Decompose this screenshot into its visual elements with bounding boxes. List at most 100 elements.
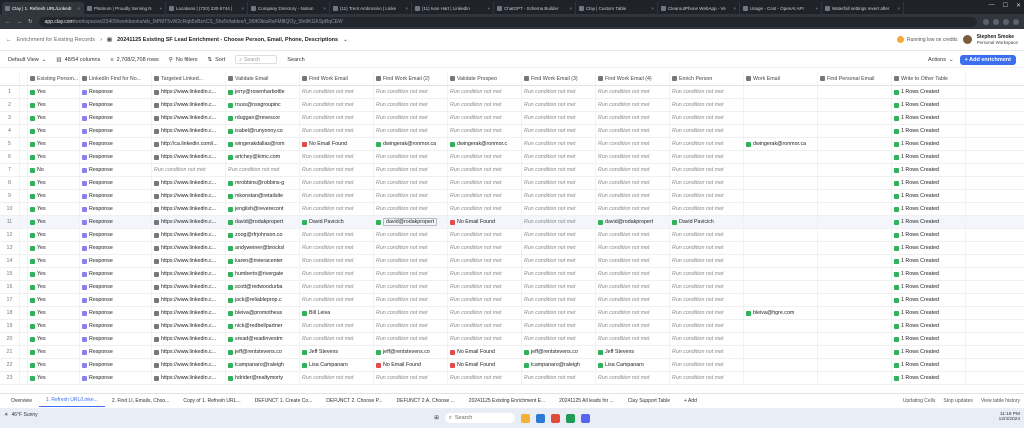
close-tab-icon[interactable]: ×	[159, 6, 162, 11]
table-cell[interactable]: Run condition not met	[448, 177, 522, 189]
table-cell[interactable]: Run condition not met	[670, 138, 744, 150]
table-cell[interactable]: sread@readinvestm	[226, 333, 300, 345]
table-cell[interactable]: Run condition not met	[300, 99, 374, 111]
sort-button[interactable]: ⇅ Sort	[208, 57, 226, 63]
row-checkbox[interactable]	[20, 177, 28, 189]
table-cell[interactable]	[818, 203, 892, 215]
table-cell[interactable]	[818, 151, 892, 163]
table-cell[interactable]: Run condition not met	[300, 125, 374, 137]
table-cell[interactable]: Response	[80, 242, 152, 254]
table-cell[interactable]: Response	[80, 372, 152, 384]
table-cell[interactable]: Run condition not met	[448, 307, 522, 319]
table-cell[interactable]: Run condition not met	[596, 281, 670, 293]
user-info[interactable]: Stephen Smoke Personal Workspace	[977, 34, 1018, 45]
search-button[interactable]: Search	[287, 57, 304, 63]
stop-updates-button[interactable]: Stop updates	[943, 398, 972, 404]
table-cell[interactable]: Lisa Campanaro	[300, 359, 374, 371]
close-tab-icon[interactable]: ×	[733, 6, 736, 11]
column-header[interactable]: Write to Other Table	[892, 72, 966, 85]
browser-tab[interactable]: (11) Ivan Hart | LinkedIn ×	[412, 2, 494, 14]
row-checkbox[interactable]	[20, 268, 28, 280]
table-cell[interactable]: Run condition not met	[152, 164, 226, 176]
row-checkbox[interactable]	[20, 359, 28, 371]
close-tab-icon[interactable]: ×	[77, 6, 80, 11]
table-row[interactable]: 22 Yes Response https://www.linkedin.c... lc…	[0, 359, 1024, 372]
table-cell[interactable]: Run condition not met	[670, 268, 744, 280]
sheet-tab[interactable]: Clay Support Table	[621, 394, 677, 407]
table-cell[interactable]	[818, 294, 892, 306]
table-row[interactable]: 18 Yes Response https://www.linkedin.c... bl…	[0, 307, 1024, 320]
table-cell[interactable]: Run condition not met	[596, 307, 670, 319]
table-cell[interactable]: Response	[80, 294, 152, 306]
table-cell[interactable]: 1 Rows Created	[892, 138, 966, 150]
table-cell[interactable]: 1 Rows Created	[892, 346, 966, 358]
table-cell[interactable]: Run condition not met	[300, 203, 374, 215]
table-cell[interactable]: Run condition not met	[448, 203, 522, 215]
row-checkbox[interactable]	[20, 281, 28, 293]
table-cell[interactable]: humberto@rivergate	[226, 268, 300, 280]
table-cell[interactable]: Run condition not met	[522, 294, 596, 306]
table-cell[interactable]: Run condition not met	[670, 177, 744, 189]
table-cell[interactable]: isabel@runyonny.co	[226, 125, 300, 137]
table-row[interactable]: 16 Yes Response https://www.linkedin.c... sc…	[0, 281, 1024, 294]
table-cell[interactable]: Run condition not met	[670, 255, 744, 267]
row-checkbox[interactable]	[20, 151, 28, 163]
table-row[interactable]: 21 Yes Response https://www.linkedin.c... je…	[0, 346, 1024, 359]
table-cell[interactable]: Run condition not met	[522, 229, 596, 241]
column-header[interactable]: LinkedIn Find for No...	[80, 72, 152, 85]
table-cell[interactable]: Run condition not met	[670, 203, 744, 215]
sheet-tab[interactable]: 1. Refresh URL/Linke...	[38, 394, 105, 407]
table-cell[interactable]: Run condition not met	[670, 229, 744, 241]
table-cell[interactable]: Response	[80, 112, 152, 124]
table-cell[interactable]	[744, 242, 818, 254]
table-cell[interactable]: Yes	[28, 203, 80, 215]
table-cell[interactable]: Run condition not met	[374, 99, 448, 111]
table-cell[interactable]: Yes	[28, 255, 80, 267]
table-cell[interactable]: Yes	[28, 242, 80, 254]
table-cell[interactable]: rruss@nssgroupinc	[226, 99, 300, 111]
table-cell[interactable]	[744, 190, 818, 202]
table-cell[interactable]	[818, 333, 892, 345]
table-cell[interactable]	[818, 242, 892, 254]
table-cell[interactable]: Run condition not met	[374, 307, 448, 319]
teams-icon[interactable]	[580, 413, 590, 423]
table-cell[interactable]: Yes	[28, 125, 80, 137]
table-cell[interactable]: Response	[80, 86, 152, 98]
table-cell[interactable]: dwingerak@ronmor.ca	[744, 138, 818, 150]
breadcrumb[interactable]: Enrichment for Existing Records	[17, 37, 96, 43]
row-checkbox[interactable]	[20, 164, 28, 176]
table-cell[interactable]: Run condition not met	[448, 242, 522, 254]
table-row[interactable]: 4 Yes Response https://www.linkedin.c... isa…	[0, 125, 1024, 138]
table-cell[interactable]	[818, 177, 892, 189]
table-cell[interactable]	[818, 164, 892, 176]
table-cell[interactable]: Run condition not met	[522, 281, 596, 293]
table-cell[interactable]: 1 Rows Created	[892, 307, 966, 319]
table-cell[interactable]: Run condition not met	[300, 86, 374, 98]
table-cell[interactable]: Run condition not met	[300, 372, 374, 384]
table-cell[interactable]: Run condition not met	[300, 177, 374, 189]
view-history-button[interactable]: View table history	[981, 398, 1020, 404]
edge-icon[interactable]	[535, 413, 545, 423]
table-cell[interactable]	[818, 255, 892, 267]
browser-tab[interactable]: ClearoutPhone WebApp - Ve ×	[658, 2, 740, 14]
table-cell[interactable]	[744, 268, 818, 280]
table-cell[interactable]: Run condition not met	[670, 242, 744, 254]
close-tab-icon[interactable]: ×	[405, 6, 408, 11]
window-controls[interactable]: — ☐ ✕	[989, 2, 1021, 9]
table-cell[interactable]	[818, 320, 892, 332]
table-cell[interactable]: https://www.linkedin.c...	[152, 346, 226, 358]
table-cell[interactable]: Run condition not met	[670, 359, 744, 371]
table-cell[interactable]: 1 Rows Created	[892, 164, 966, 176]
row-checkbox[interactable]	[20, 86, 28, 98]
table-cell[interactable]: dwingerak@ronmor.c	[448, 138, 522, 150]
sheet-tab[interactable]: Copy of 1. Refresh URL...	[176, 394, 247, 407]
table-cell[interactable]: Run condition not met	[522, 268, 596, 280]
close-tab-icon[interactable]: ×	[897, 6, 900, 11]
table-cell[interactable]: Run condition not met	[522, 177, 596, 189]
table-cell[interactable]: Response	[80, 307, 152, 319]
row-checkbox[interactable]	[20, 242, 28, 254]
row-checkbox[interactable]	[20, 138, 28, 150]
extension-icon[interactable]	[1003, 18, 1009, 25]
table-row[interactable]: 7 No Response Run condition not met Run cond…	[0, 164, 1024, 177]
table-cell[interactable]: Run condition not met	[374, 125, 448, 137]
